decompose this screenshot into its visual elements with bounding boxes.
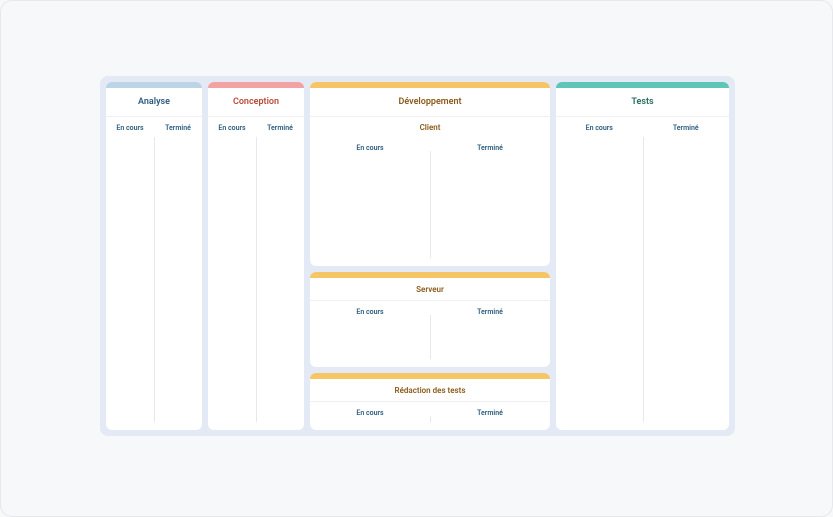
lane-label: En cours [106, 117, 154, 139]
lane-label: Terminé [643, 117, 730, 139]
lane-label: En cours [208, 117, 256, 139]
column-development: Développement Client En cours Terminé [310, 82, 550, 430]
lane-divider [643, 137, 644, 422]
column-analyse[interactable]: Analyse En cours Terminé [106, 82, 202, 430]
column-title-tests: Tests [556, 88, 729, 117]
dev-subtitle-redaction: Rédaction des tests [310, 379, 550, 402]
lane-divider [256, 137, 257, 422]
lane-tests-inprogress[interactable]: En cours [556, 117, 643, 430]
lanes-conception: En cours Terminé [208, 117, 304, 430]
lane-divider [430, 151, 431, 258]
lanes-dev-redaction: En cours Terminé [310, 402, 550, 430]
lane-divider [430, 416, 431, 422]
lane-divider [154, 137, 155, 422]
dev-subtitle-client: Client [310, 117, 550, 137]
lane-tests-done[interactable]: Terminé [643, 117, 730, 430]
lanes-dev-client: En cours Terminé [310, 137, 550, 266]
lane-label: Terminé [430, 402, 550, 424]
column-title-conception: Conception [208, 88, 304, 117]
lane-dev-redaction-done[interactable]: Terminé [430, 402, 550, 430]
dev-section-serveur[interactable]: Serveur En cours Terminé [310, 272, 550, 367]
lane-dev-serveur-inprogress[interactable]: En cours [310, 301, 430, 367]
lane-label: Terminé [154, 117, 202, 139]
kanban-board: Analyse En cours Terminé Conception En c… [100, 76, 735, 436]
dev-subtitle-serveur: Serveur [310, 278, 550, 301]
dev-section-redaction-tests[interactable]: Rédaction des tests En cours Terminé [310, 373, 550, 430]
lane-dev-serveur-done[interactable]: Terminé [430, 301, 550, 367]
lane-conception-done[interactable]: Terminé [256, 117, 304, 430]
lane-conception-inprogress[interactable]: En cours [208, 117, 256, 430]
lane-label: En cours [310, 301, 430, 323]
lane-divider [430, 315, 431, 359]
lanes-analyse: En cours Terminé [106, 117, 202, 430]
lane-label: En cours [310, 402, 430, 424]
column-conception[interactable]: Conception En cours Terminé [208, 82, 304, 430]
lane-dev-client-inprogress[interactable]: En cours [310, 137, 430, 266]
lane-dev-client-done[interactable]: Terminé [430, 137, 550, 266]
lane-dev-redaction-inprogress[interactable]: En cours [310, 402, 430, 430]
lane-label: En cours [556, 117, 643, 139]
column-title-analyse: Analyse [106, 88, 202, 117]
lane-analyse-inprogress[interactable]: En cours [106, 117, 154, 430]
app-frame: Analyse En cours Terminé Conception En c… [0, 0, 833, 517]
column-title-development: Développement [310, 88, 550, 117]
lane-label: Terminé [430, 137, 550, 159]
lane-label: Terminé [430, 301, 550, 323]
lane-analyse-done[interactable]: Terminé [154, 117, 202, 430]
lanes-tests: En cours Terminé [556, 117, 729, 430]
dev-section-client[interactable]: Développement Client En cours Terminé [310, 82, 550, 266]
lane-label: En cours [310, 137, 430, 159]
column-tests[interactable]: Tests En cours Terminé [556, 82, 729, 430]
lane-label: Terminé [256, 117, 304, 139]
lanes-dev-serveur: En cours Terminé [310, 301, 550, 367]
